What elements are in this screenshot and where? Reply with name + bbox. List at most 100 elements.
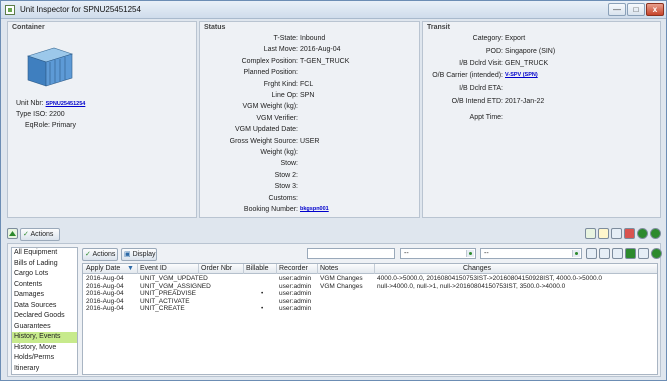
table-cell-apply-date: 2016-Aug-04 bbox=[86, 305, 124, 313]
container-icon bbox=[27, 47, 73, 87]
status-label: Stow 2: bbox=[274, 171, 298, 179]
column-divider[interactable] bbox=[243, 264, 244, 274]
filter-combo-1-value: -- bbox=[404, 250, 409, 257]
column-header[interactable]: Order Nbr bbox=[201, 265, 232, 272]
column-divider[interactable] bbox=[317, 264, 318, 274]
sort-desc-icon[interactable]: ▼ bbox=[127, 265, 134, 272]
column-header[interactable]: Changes bbox=[463, 265, 491, 272]
transit-panel: Transit Category: Export POD: Singapore (SI… bbox=[422, 21, 661, 218]
column-header[interactable]: Recorder bbox=[279, 265, 308, 272]
type-iso-value: 2200 bbox=[49, 111, 65, 118]
filter-icon[interactable] bbox=[599, 248, 610, 259]
column-header[interactable]: Apply Date bbox=[86, 265, 120, 272]
status-label: Weight (kg): bbox=[260, 149, 298, 156]
actions-label: Actions bbox=[30, 231, 54, 238]
status-label: Stow: bbox=[280, 160, 298, 168]
table-row[interactable]: 2016-Aug-04 UNIT_CREATE • user:admin bbox=[83, 305, 657, 313]
transit-value: Export bbox=[505, 35, 526, 42]
column-header[interactable]: Notes bbox=[320, 265, 338, 272]
status-label: Stow 3: bbox=[274, 183, 298, 191]
sidebar-item[interactable]: Bills of Lading bbox=[12, 259, 77, 270]
status-label: VGM Weight (kg): bbox=[242, 103, 299, 111]
display-button[interactable]: ▣ Display bbox=[121, 248, 157, 261]
sidebar-item[interactable]: History, Move bbox=[12, 343, 77, 354]
status-value: FCL bbox=[300, 80, 314, 88]
ob-carrier-link[interactable]: V-SPV (SPN) bbox=[505, 72, 538, 78]
sidebar-item[interactable]: Guarantees bbox=[12, 322, 77, 333]
collapse-up-icon[interactable] bbox=[7, 228, 18, 239]
eqrole-row: EqRole: Primary bbox=[25, 122, 76, 129]
refresh-icon[interactable] bbox=[611, 228, 622, 239]
unit-nbr-label: Unit Nbr: bbox=[16, 100, 44, 107]
transit-value: 2017-Jan-22 bbox=[505, 98, 545, 105]
type-iso-label: Type ISO: bbox=[16, 111, 48, 118]
eqrole-label: EqRole: bbox=[25, 122, 50, 129]
column-divider[interactable] bbox=[276, 264, 277, 274]
detail-area: All Equipment Bills of Lading Cargo Lots Co… bbox=[7, 243, 662, 377]
sidebar-item[interactable]: Itinerary bbox=[12, 364, 77, 375]
status-label: Booking Number: bbox=[243, 206, 298, 213]
column-header[interactable]: Event ID bbox=[140, 265, 167, 272]
column-divider[interactable] bbox=[137, 264, 138, 274]
eqrole-value: Primary bbox=[51, 122, 76, 129]
status-value: 2016-Aug-04 bbox=[300, 46, 341, 54]
booking-number-link[interactable]: bkgspn001 bbox=[300, 206, 329, 212]
sidebar-item[interactable]: Declared Goods bbox=[12, 311, 77, 322]
close-button[interactable]: x bbox=[646, 3, 664, 16]
info-icon[interactable] bbox=[637, 228, 648, 239]
transit-value: GEN_TRUCK bbox=[505, 60, 549, 67]
transit-label: I/B Dclrd ETA: bbox=[459, 85, 503, 92]
category-list[interactable]: All Equipment Bills of Lading Cargo Lots Co… bbox=[11, 247, 78, 375]
minimize-button[interactable]: — bbox=[608, 3, 626, 16]
add-icon[interactable] bbox=[625, 248, 636, 259]
app-icon bbox=[5, 5, 15, 15]
edit-icon[interactable] bbox=[612, 248, 623, 259]
document-icon[interactable] bbox=[598, 228, 609, 239]
refresh-icon[interactable] bbox=[586, 248, 597, 259]
container-section-title: Container bbox=[12, 24, 45, 31]
transit-value: Singapore (SIN) bbox=[505, 48, 556, 55]
transit-label: Appt Time: bbox=[469, 114, 503, 121]
help-icon[interactable] bbox=[651, 248, 662, 259]
column-header[interactable]: Billable bbox=[246, 265, 269, 272]
grid-actions-button[interactable]: ✓ Actions bbox=[82, 248, 118, 261]
delete-icon[interactable] bbox=[624, 228, 635, 239]
sidebar-item[interactable]: History, Events bbox=[12, 332, 77, 343]
help-icon[interactable] bbox=[650, 228, 661, 239]
table-cell-recorder: user:admin bbox=[279, 305, 312, 313]
transit-label: Category: bbox=[472, 35, 503, 42]
sidebar-item[interactable]: All Equipment bbox=[12, 248, 77, 259]
table-cell-event-id: UNIT_CREATE bbox=[140, 305, 185, 313]
status-label: VGM Verifier: bbox=[256, 114, 298, 122]
transit-label: POD: bbox=[485, 48, 503, 55]
status-section-title: Status bbox=[204, 24, 226, 31]
status-label: VGM Updated Date: bbox=[234, 126, 298, 134]
filter-input[interactable] bbox=[307, 248, 395, 259]
filter-combo-2-value: -- bbox=[484, 250, 489, 257]
sidebar-item[interactable]: Cargo Lots bbox=[12, 269, 77, 280]
unit-toolbar: ✓ Actions bbox=[7, 226, 661, 242]
group-icon[interactable] bbox=[585, 228, 596, 239]
filter-combo-2[interactable]: -- bbox=[480, 248, 582, 259]
unit-nbr-row: Unit Nbr: SPNU25451254 bbox=[16, 100, 85, 107]
unit-nbr-link[interactable]: SPNU25451254 bbox=[46, 101, 86, 107]
sidebar-item[interactable]: Contents bbox=[12, 280, 77, 291]
actions-menu-button[interactable]: ✓ Actions bbox=[20, 228, 60, 241]
sidebar-item[interactable]: Holds/Perms bbox=[12, 353, 77, 364]
status-label: Complex Position: bbox=[241, 57, 298, 65]
dropdown-arrow-icon bbox=[572, 250, 580, 257]
display-label: Display bbox=[132, 251, 156, 258]
column-divider[interactable] bbox=[374, 264, 375, 274]
title-bar: Unit Inspector for SPNU25451254 — □ x bbox=[1, 1, 666, 19]
maximize-button[interactable]: □ bbox=[627, 3, 645, 16]
transit-label: O/B Carrier (intended): bbox=[432, 72, 503, 79]
remove-icon[interactable] bbox=[638, 248, 649, 259]
sidebar-item[interactable]: Damages bbox=[12, 290, 77, 301]
status-label: Line Op: bbox=[271, 92, 298, 99]
status-panel: Status T-State: Inbound Last Move: 2016-Aug… bbox=[199, 21, 420, 218]
sidebar-item[interactable]: Data Sources bbox=[12, 301, 77, 312]
status-label: Gross Weight Source: bbox=[229, 137, 298, 145]
column-divider[interactable] bbox=[198, 264, 199, 274]
filter-combo-1[interactable]: -- bbox=[400, 248, 476, 259]
status-label: Planned Position: bbox=[243, 69, 298, 77]
